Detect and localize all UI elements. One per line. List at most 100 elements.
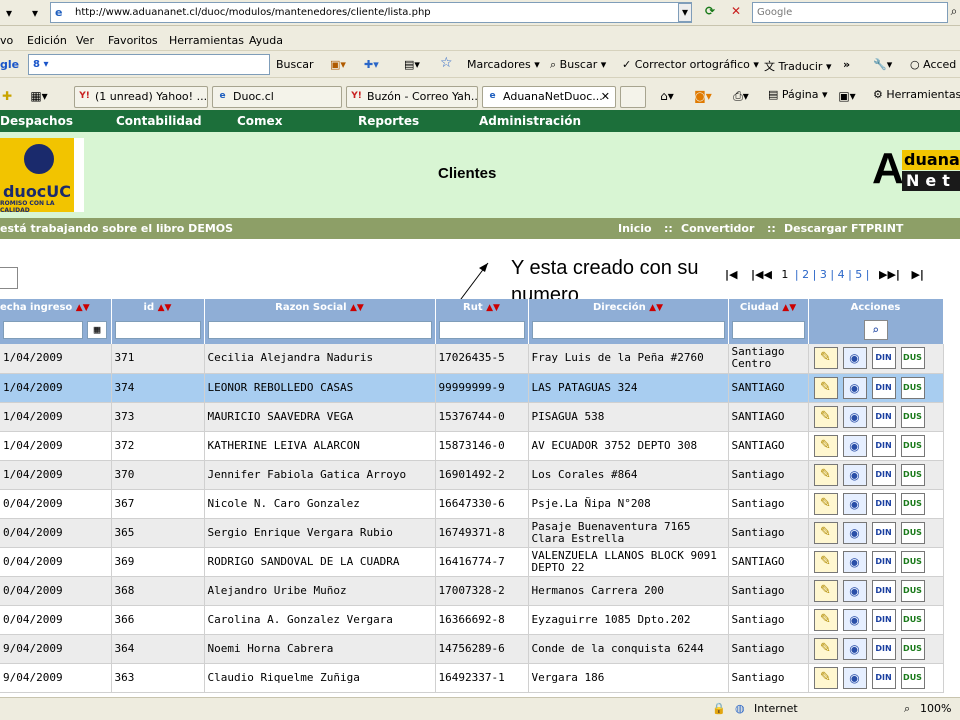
dus-button[interactable]: DUS	[900, 434, 925, 457]
filter-direccion[interactable]	[531, 321, 725, 339]
col-ciudad[interactable]: Ciudad ▲▼	[728, 299, 809, 316]
table-row[interactable]: 1/04/2009 370 Jennifer Fabiola Gatica Arro…	[0, 460, 944, 490]
edit-icon[interactable]: ✎	[813, 550, 838, 573]
pagination: |◀ |◀◀ 1 | 2 | 3 | 4 | 5 | ▶▶| ▶|	[725, 268, 924, 281]
filter-rut[interactable]	[438, 321, 525, 339]
view-icon[interactable]: ◉	[842, 376, 867, 399]
din-button[interactable]: DIN	[871, 376, 896, 399]
cell-razon-social: LEONOR REBOLLEDO CASAS	[204, 373, 436, 403]
table-row[interactable]: 9/04/2009 363 Claudio Riquelme Zuñiga 16492…	[0, 663, 944, 693]
din-button[interactable]: DIN	[871, 550, 896, 573]
table-row[interactable]: 1/04/2009 373 MAURICIO SAAVEDRA VEGA 153767…	[0, 402, 944, 432]
table-row[interactable]: 1/04/2009 371 Cecilia Alejandra Naduris 170…	[0, 344, 944, 374]
table-row[interactable]: 1/04/2009 374 LEONOR REBOLLEDO CASAS 999999…	[0, 373, 944, 403]
view-icon[interactable]: ◉	[842, 608, 867, 631]
col-rut[interactable]: Rut ▲▼	[435, 299, 529, 316]
edit-icon[interactable]: ✎	[813, 579, 838, 602]
edit-icon[interactable]: ✎	[813, 434, 838, 457]
calendar-icon[interactable]: ▦	[87, 321, 107, 339]
edit-icon[interactable]: ✎	[813, 463, 838, 486]
filter-razon-social[interactable]	[207, 321, 432, 339]
filter-id[interactable]	[114, 321, 201, 339]
table-row[interactable]: 0/04/2009 369 RODRIGO SANDOVAL DE LA CUADR…	[0, 547, 944, 577]
dus-button[interactable]: DUS	[900, 579, 925, 602]
cell-fecha: 0/04/2009	[0, 489, 112, 519]
page-link-2[interactable]: 2	[802, 268, 809, 281]
view-icon[interactable]: ◉	[842, 463, 867, 486]
search-filter-icon[interactable]: ⌕	[863, 320, 888, 340]
prev-page-icon[interactable]: |◀◀	[751, 268, 772, 281]
view-icon[interactable]: ◉	[842, 579, 867, 602]
view-icon[interactable]: ◉	[842, 434, 867, 457]
view-icon[interactable]: ◉	[842, 521, 867, 544]
page-link-5[interactable]: 5	[855, 268, 862, 281]
cell-direccion: Fray Luis de la Peña #2760	[528, 344, 729, 374]
cell-fecha: 1/04/2009	[0, 344, 112, 374]
col-razon-social[interactable]: Razon Social ▲▼	[204, 299, 436, 316]
view-icon[interactable]: ◉	[842, 666, 867, 689]
din-button[interactable]: DIN	[871, 492, 896, 515]
dus-button[interactable]: DUS	[900, 463, 925, 486]
dus-button[interactable]: DUS	[900, 347, 925, 370]
dus-button[interactable]: DUS	[900, 666, 925, 689]
zoom-icon[interactable]: ⌕	[904, 702, 910, 716]
view-icon[interactable]: ◉	[842, 550, 867, 573]
table-row[interactable]: 0/04/2009 367 Nicole N. Caro Gonzalez 16647…	[0, 489, 944, 519]
cell-acciones: ✎ ◉ DIN DUS	[808, 373, 944, 403]
view-icon[interactable]: ◉	[842, 347, 867, 370]
cell-razon-social: Nicole N. Caro Gonzalez	[204, 489, 436, 519]
din-button[interactable]: DIN	[871, 608, 896, 631]
edit-icon[interactable]: ✎	[813, 521, 838, 544]
view-icon[interactable]: ◉	[842, 492, 867, 515]
dus-button[interactable]: DUS	[900, 637, 925, 660]
dus-button[interactable]: DUS	[900, 550, 925, 573]
din-button[interactable]: DIN	[871, 463, 896, 486]
last-page-icon[interactable]: ▶|	[911, 268, 923, 281]
dus-button[interactable]: DUS	[900, 608, 925, 631]
cell-id: 373	[111, 402, 205, 432]
edit-icon[interactable]: ✎	[813, 405, 838, 428]
first-page-icon[interactable]: |◀	[725, 268, 737, 281]
edit-icon[interactable]: ✎	[813, 637, 838, 660]
page-link-1[interactable]: 1	[781, 268, 788, 281]
cell-ciudad: SANTIAGO	[728, 373, 809, 403]
cell-acciones: ✎ ◉ DIN DUS	[808, 634, 944, 664]
col-id[interactable]: id ▲▼	[111, 299, 205, 316]
din-button[interactable]: DIN	[871, 637, 896, 660]
view-icon[interactable]: ◉	[842, 637, 867, 660]
din-button[interactable]: DIN	[871, 405, 896, 428]
table-row[interactable]: 9/04/2009 364 Noemi Horna Cabrera 14756289-…	[0, 634, 944, 664]
col-direccion[interactable]: Dirección ▲▼	[528, 299, 729, 316]
edit-icon[interactable]: ✎	[813, 347, 838, 370]
cell-razon-social: MAURICIO SAAVEDRA VEGA	[204, 402, 436, 432]
table-row[interactable]: 0/04/2009 365 Sergio Enrique Vergara Rubio…	[0, 518, 944, 548]
cell-acciones: ✎ ◉ DIN DUS	[808, 344, 944, 374]
table-row[interactable]: 0/04/2009 366 Carolina A. Gonzalez Vergara…	[0, 605, 944, 635]
filter-ciudad[interactable]	[731, 321, 805, 339]
zoom-level[interactable]: 100%	[920, 702, 951, 715]
page-link-3[interactable]: 3	[820, 268, 827, 281]
din-button[interactable]: DIN	[871, 347, 896, 370]
din-button[interactable]: DIN	[871, 434, 896, 457]
table-row[interactable]: 1/04/2009 372 KATHERINE LEIVA ALARCON 15873…	[0, 431, 944, 461]
dus-button[interactable]: DUS	[900, 492, 925, 515]
dus-button[interactable]: DUS	[900, 521, 925, 544]
cell-id: 371	[111, 344, 205, 374]
table-row[interactable]: 0/04/2009 368 Alejandro Uribe Muñoz 1700732…	[0, 576, 944, 606]
col-fecha[interactable]: echa ingreso ▲▼	[0, 299, 112, 316]
edit-icon[interactable]: ✎	[813, 608, 838, 631]
next-page-icon[interactable]: ▶▶|	[879, 268, 900, 281]
din-button[interactable]: DIN	[871, 521, 896, 544]
dus-button[interactable]: DUS	[900, 376, 925, 399]
edit-icon[interactable]: ✎	[813, 492, 838, 515]
din-button[interactable]: DIN	[871, 666, 896, 689]
din-button[interactable]: DIN	[871, 579, 896, 602]
edit-icon[interactable]: ✎	[813, 376, 838, 399]
filter-fecha[interactable]	[3, 321, 83, 339]
edit-icon[interactable]: ✎	[813, 666, 838, 689]
cell-ciudad: Santiago	[728, 489, 809, 519]
dus-button[interactable]: DUS	[900, 405, 925, 428]
page-link-4[interactable]: 4	[838, 268, 845, 281]
cell-razon-social: RODRIGO SANDOVAL DE LA CUADRA	[204, 547, 436, 577]
view-icon[interactable]: ◉	[842, 405, 867, 428]
